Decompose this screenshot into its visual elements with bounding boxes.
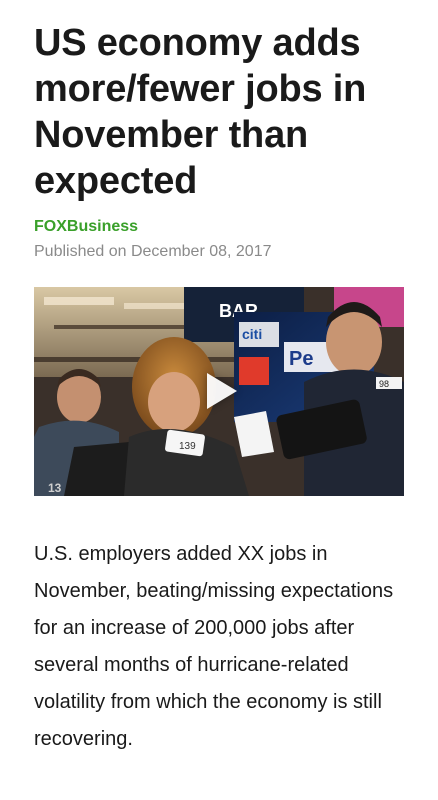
publish-date: Published on December 08, 2017 — [34, 243, 272, 260]
badge-number-text: 98 — [379, 379, 389, 389]
play-icon[interactable] — [207, 373, 237, 409]
citi-text: citi — [242, 326, 262, 342]
article-headline: US economy adds more/fewer jobs in Novem… — [34, 22, 367, 202]
video-thumbnail[interactable]: BAR citi Pe 98 13 139 — [34, 287, 404, 496]
badge-text: 139 — [179, 441, 196, 452]
ticker-text: Pe — [289, 348, 313, 370]
corner-number-text: 13 — [48, 481, 62, 495]
article-body: U.S. employers added XX jobs in November… — [34, 543, 394, 750]
source-link[interactable]: FOXBusiness — [34, 218, 138, 236]
article: US economy adds more/fewer jobs in Novem… — [0, 0, 438, 800]
